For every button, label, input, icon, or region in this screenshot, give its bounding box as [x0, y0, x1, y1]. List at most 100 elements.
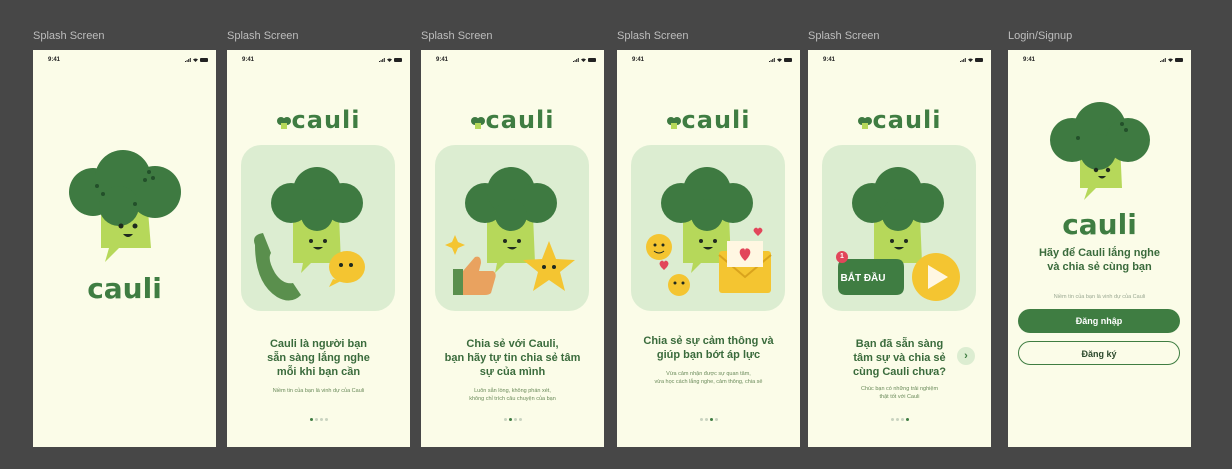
logo-broccoli-icon: [470, 117, 485, 129]
headline-line: Chia sẻ với Cauli,: [466, 338, 559, 350]
page-dot[interactable]: [508, 418, 512, 421]
notification-badge: 1: [836, 251, 848, 263]
brand-logo: cauli: [617, 106, 800, 134]
splash-screen-5: 9:41 cauli BẮT ĐẦU 1 Bạn đã sẵn sàng tâm …: [808, 50, 991, 447]
heart-icon: [659, 260, 669, 270]
headline-line: sẵn sàng lắng nghe: [267, 352, 370, 364]
heart-icon: [753, 227, 763, 236]
status-bar: 9:41: [227, 57, 410, 67]
page-dot[interactable]: [704, 418, 708, 421]
brand-logo: cauli: [421, 106, 604, 134]
page-indicator: [617, 408, 800, 426]
subtext-line: Niềm tin của bạn là vinh dự của Cauli: [272, 388, 365, 394]
status-bar: 9:41: [33, 57, 216, 67]
page-dot[interactable]: [314, 418, 318, 421]
logo-text: cauli: [291, 106, 361, 134]
subtext-line: thật tốt với Cauli: [879, 394, 920, 400]
headline-line: sự của mình: [479, 366, 546, 378]
splash-screen-3: 9:41 cauli Chia sẻ với Cauli, bạn hãy tự …: [421, 50, 604, 447]
page-dot[interactable]: [503, 418, 507, 421]
wifi-icon: [777, 58, 782, 62]
signup-button[interactable]: Đăng ký: [1018, 341, 1180, 365]
splash-screen-1: 9:41 cauli: [33, 50, 216, 447]
wifi-icon: [387, 58, 392, 62]
wifi-icon: [1168, 58, 1173, 62]
page-dot[interactable]: [900, 418, 904, 421]
sparkle-icon: [445, 235, 465, 255]
onboarding-headline: Cauli là người bạn sẵn sàng lắng nghe mỗi …: [237, 337, 400, 379]
status-time: 9:41: [823, 57, 836, 63]
status-time: 9:41: [632, 57, 645, 63]
status-time: 9:41: [242, 57, 255, 63]
subtext-line: Luôn sẵn lòng, không phán xét,: [474, 388, 551, 394]
battery-icon: [394, 58, 402, 62]
frame-label: Splash Screen: [227, 30, 299, 42]
frame-label: Login/Signup: [1008, 30, 1073, 42]
illustration-thumbs-star: [445, 167, 575, 295]
page-dot[interactable]: [709, 418, 713, 421]
brand-logo: cauli: [227, 106, 410, 134]
page-dot[interactable]: [513, 418, 517, 421]
status-time: 9:41: [436, 57, 449, 63]
status-time: 9:41: [48, 57, 61, 63]
brand-logo: cauli: [1062, 208, 1137, 241]
battery-icon: [975, 58, 983, 62]
headline-line: Cauli là người bạn: [269, 338, 368, 350]
signal-icon: [573, 58, 579, 62]
status-time: 9:41: [1023, 57, 1036, 63]
onboarding-subtext: Vừa cảm nhận được sự quan tâm, vừa học cá…: [627, 370, 790, 386]
onboarding-subtext: Niềm tin của bạn là vinh dự của Cauli: [237, 387, 400, 395]
frame-label: Splash Screen: [33, 30, 105, 42]
page-dot[interactable]: [890, 418, 894, 421]
emoji-icon: [646, 234, 672, 260]
frame-label: Splash Screen: [617, 30, 689, 42]
illustration-card: [631, 145, 785, 311]
chevron-right-icon[interactable]: ›: [957, 347, 975, 365]
battery-icon: [1175, 58, 1183, 62]
splash-screen-2: 9:41 cauli Cauli là người bạn sẵn sàng lắ…: [227, 50, 410, 447]
signal-icon: [185, 58, 191, 62]
subtext-line: Chúc bạn có những trải nghiệm: [860, 386, 939, 392]
wifi-icon: [968, 58, 973, 62]
page-dot[interactable]: [714, 418, 718, 421]
page-dot[interactable]: [895, 418, 899, 421]
page-dot[interactable]: [699, 418, 703, 421]
brand-logo: cauli: [808, 106, 991, 134]
broccoli-mascot: [69, 150, 181, 262]
logo-text: cauli: [872, 106, 942, 134]
subtext-line: vừa học cách lắng nghe, cảm thông, chia …: [654, 379, 763, 385]
headline-line: và chia sẻ cùng bạn: [1047, 261, 1152, 273]
broccoli-mascot: [1050, 102, 1150, 200]
headline-line: mỗi khi bạn cần: [276, 366, 361, 378]
page-indicator: [808, 408, 991, 426]
welcome-subtext: Niềm tin của bạn là vinh dự của Cauli: [1018, 293, 1181, 301]
illustration-heart-letter: [646, 167, 772, 296]
page-dot[interactable]: [319, 418, 323, 421]
page-indicator: [421, 408, 604, 426]
battery-icon: [784, 58, 792, 62]
onboarding-subtext: Chúc bạn có những trải nghiệm thật tốt vớ…: [818, 385, 981, 401]
logo-text: cauli: [681, 106, 751, 134]
headline-line: Bạn đã sẵn sàng: [855, 338, 944, 350]
start-button[interactable]: BẮT ĐẦU: [830, 271, 896, 287]
onboarding-headline: Chia sẻ sự cảm thông và giúp bạn bớt áp l…: [627, 334, 790, 362]
logo-broccoli-icon: [857, 117, 872, 129]
page-dot[interactable]: [309, 418, 313, 421]
signal-icon: [769, 58, 775, 62]
page-dot[interactable]: [324, 418, 328, 421]
battery-icon: [588, 58, 596, 62]
onboarding-headline: Chia sẻ với Cauli, bạn hãy tự tin chia sẻ…: [431, 337, 594, 379]
page-dot[interactable]: [518, 418, 522, 421]
headline-line: cùng Cauli chưa?: [853, 366, 946, 378]
chat-bubble-icon: [329, 251, 365, 287]
brand-logo: cauli: [87, 272, 162, 305]
status-bar: 9:41: [617, 57, 800, 67]
illustration-phone-chat: [254, 167, 365, 301]
page-dot[interactable]: [905, 418, 909, 421]
signal-icon: [1160, 58, 1166, 62]
subtext-line: Niềm tin của bạn là vinh dự của Cauli: [1053, 294, 1146, 300]
wifi-icon: [193, 58, 198, 62]
logo-text: cauli: [485, 106, 555, 134]
subtext-line: Vừa cảm nhận được sự quan tâm,: [666, 371, 751, 377]
login-button[interactable]: Đăng nhập: [1018, 309, 1180, 333]
